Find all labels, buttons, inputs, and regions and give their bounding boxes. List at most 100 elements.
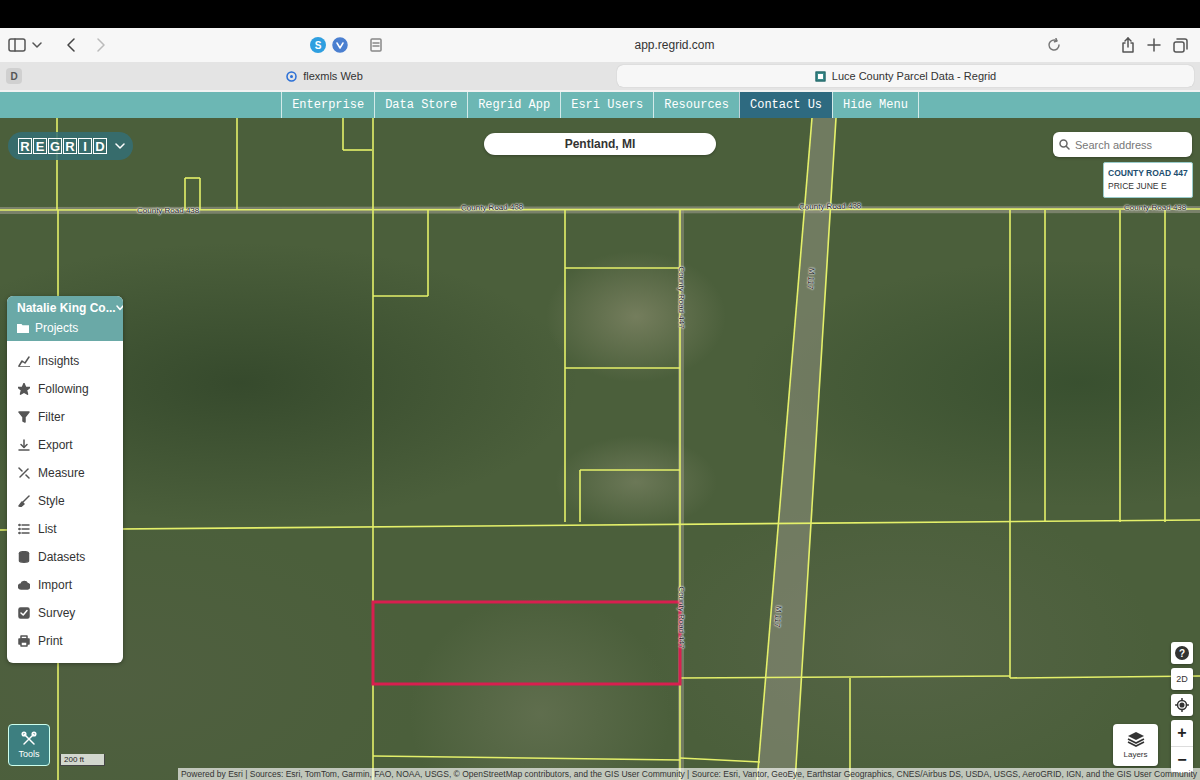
- account-title[interactable]: Natalie King Co...: [17, 301, 117, 315]
- locate-button[interactable]: [1171, 694, 1193, 716]
- nav-item[interactable]: Enterprise: [281, 92, 374, 118]
- panel-item[interactable]: Insights: [7, 347, 123, 375]
- tabs-icon[interactable]: [1173, 38, 1188, 53]
- panel-item-label: Filter: [38, 410, 65, 424]
- panel-item-label: Style: [38, 494, 65, 508]
- sidebar-icon[interactable]: [8, 38, 26, 52]
- back-icon[interactable]: [66, 38, 76, 52]
- nav-item[interactable]: Contact Us: [739, 92, 832, 118]
- map[interactable]: County Road 438 County Road 438 County Roa…: [0, 118, 1200, 780]
- projects-label: Projects: [35, 321, 78, 335]
- nav-label: Contact Us: [750, 98, 822, 112]
- projects-item[interactable]: Projects: [17, 321, 117, 335]
- search-box[interactable]: [1053, 132, 1192, 157]
- layers-label: Layers: [1123, 750, 1147, 759]
- chart-icon: [18, 355, 30, 367]
- brush-icon: [18, 495, 30, 507]
- nav-label: Esri Users: [571, 98, 643, 112]
- measure-icon: [18, 467, 30, 479]
- panel-item-label: Import: [38, 578, 72, 592]
- plus-icon[interactable]: [1147, 38, 1161, 52]
- toolbar-left: [8, 38, 288, 52]
- reload-icon[interactable]: [1047, 38, 1061, 52]
- nav-item[interactable]: Esri Users: [560, 92, 653, 118]
- nav-item[interactable]: Regrid App: [467, 92, 560, 118]
- view-toggle-button[interactable]: 2D: [1171, 668, 1193, 690]
- road-label: M 117: [772, 605, 783, 627]
- extension-s-icon[interactable]: S: [310, 37, 326, 53]
- panel-item-label: Insights: [38, 354, 79, 368]
- road-label: County Road 438: [799, 201, 861, 211]
- panel-item[interactable]: Print: [7, 627, 123, 655]
- nav-item[interactable]: Data Store: [374, 92, 467, 118]
- tools-label: Tools: [18, 749, 39, 759]
- panel-item-label: Following: [38, 382, 89, 396]
- address-bar: Sapp.regrid.com: [288, 37, 1121, 53]
- zoom-in-button[interactable]: +: [1171, 720, 1193, 747]
- panel-item[interactable]: Style: [7, 487, 123, 515]
- site-nav: Enterprise Data Store Regrid App Esri Users…: [0, 92, 1200, 118]
- chevron-down-icon[interactable]: [32, 41, 42, 49]
- panel-item[interactable]: Measure: [7, 459, 123, 487]
- road-label: County Road 447: [677, 266, 686, 328]
- forward-icon[interactable]: [96, 38, 106, 52]
- layers-button[interactable]: Layers: [1113, 724, 1158, 766]
- share-icon[interactable]: [1121, 37, 1135, 53]
- panel-item-label: Survey: [38, 606, 75, 620]
- download-icon: [18, 439, 30, 451]
- list-icon: [18, 523, 30, 535]
- account-name: Natalie King Co...: [17, 301, 116, 315]
- attribution: Powered by Esri | Sources: Esri, TomTom,…: [178, 768, 1200, 780]
- scale-bar: 200 ft: [60, 754, 105, 766]
- zoom-controls: +−: [1171, 720, 1193, 773]
- panel-header: Natalie King Co... Projects: [7, 296, 123, 341]
- panel-item[interactable]: Export: [7, 431, 123, 459]
- logo-text: REGRID: [18, 138, 107, 154]
- tab-label: Luce County Parcel Data - Regrid: [832, 70, 996, 82]
- flexmls-icon: [286, 71, 297, 82]
- nav-item[interactable]: Hide Menu: [832, 92, 919, 118]
- page-icon[interactable]: [370, 38, 382, 52]
- panel-item[interactable]: List: [7, 515, 123, 543]
- nav-label: Resources: [664, 98, 729, 112]
- road-label: County Road 438: [137, 206, 199, 215]
- search-input[interactable]: [1075, 139, 1186, 151]
- nav-item[interactable]: Resources: [653, 92, 739, 118]
- road-label: County Road 438: [1124, 203, 1186, 212]
- panel-item[interactable]: Survey: [7, 599, 123, 627]
- browser-tab[interactable]: Luce County Parcel Data - Regrid: [617, 65, 1194, 87]
- regrid-logo[interactable]: REGRID: [8, 132, 133, 160]
- chevron-down-icon[interactable]: [115, 142, 125, 150]
- panel-item[interactable]: Filter: [7, 403, 123, 431]
- panel-item-label: Datasets: [38, 550, 85, 564]
- location-pill: Pentland, MI: [484, 133, 716, 155]
- profile-badge[interactable]: D: [6, 68, 22, 84]
- toolbar-right: [1121, 37, 1192, 53]
- url-text[interactable]: app.regrid.com: [382, 38, 967, 52]
- panel-item[interactable]: Datasets: [7, 543, 123, 571]
- panel-item[interactable]: Import: [7, 571, 123, 599]
- chevron-down-icon[interactable]: [116, 305, 123, 311]
- panel-item[interactable]: Following: [7, 375, 123, 403]
- nav-label: Data Store: [385, 98, 457, 112]
- tab-label: flexmls Web: [303, 70, 363, 82]
- road-label: County Road 447: [677, 586, 686, 648]
- panel-item-label: Measure: [38, 466, 85, 480]
- tools-button[interactable]: Tools: [8, 724, 50, 766]
- panel-item-label: Print: [38, 634, 63, 648]
- location-text: Pentland, MI: [565, 137, 636, 151]
- panel-item-label: Export: [38, 438, 73, 452]
- layers-icon: [1127, 731, 1145, 747]
- nav-label: Enterprise: [292, 98, 364, 112]
- road-label: County Road 438: [461, 202, 523, 212]
- help-button[interactable]: ?: [1171, 642, 1193, 664]
- browser-tab[interactable]: flexmls Web: [36, 65, 613, 87]
- search-icon: [1059, 139, 1070, 150]
- star-icon: [18, 383, 30, 395]
- tooltip-title: COUNTY ROAD 447: [1108, 167, 1188, 180]
- selected-parcel[interactable]: [373, 602, 680, 684]
- nav-label: Hide Menu: [843, 98, 908, 112]
- filter-icon: [18, 411, 30, 423]
- help-text: ?: [1175, 646, 1189, 660]
- shield-icon[interactable]: [332, 37, 348, 53]
